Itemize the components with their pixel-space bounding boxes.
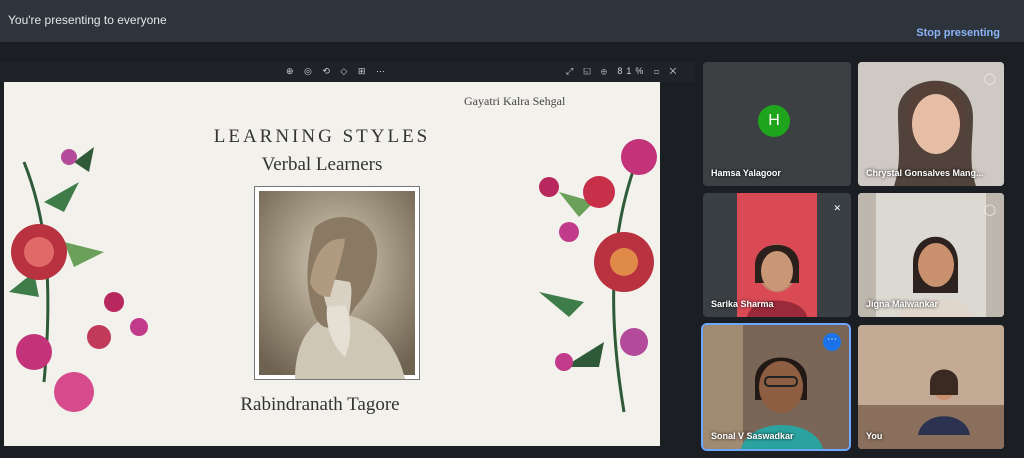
participant-name: You (866, 431, 883, 441)
participant-tile-sonal[interactable]: ⋯ Sonal V Saswadkar (703, 325, 849, 449)
slide-toolbar: ⊕ ◎ ⟲ ◇ ⊞ ⋯ ⤢ ◱ ⊕ 81% ◻ ✕ (0, 62, 695, 82)
participant-tile-sarika[interactable]: ✕ Sarika Sharma (703, 193, 851, 317)
pin-icon[interactable]: ◯ (984, 203, 996, 216)
participant-tile-you[interactable]: You (858, 325, 1004, 449)
slide-tools-right[interactable]: ⤢ ◱ ⊕ 81% ◻ ✕ (566, 66, 680, 77)
presenting-banner: You're presenting to everyone Stop prese… (0, 0, 1024, 42)
participant-tile-jigna[interactable]: ◯ Jigna Malwankar (858, 193, 1004, 317)
slide-title: LEARNING STYLES (213, 126, 431, 147)
slide-subtitle: Verbal Learners (261, 154, 383, 175)
slide-caption: Rabindranath Tagore (240, 394, 400, 415)
participant-name: Sarika Sharma (711, 299, 774, 309)
slide-tools-left[interactable]: ⊕ ◎ ⟲ ◇ ⊞ ⋯ (286, 66, 389, 77)
stop-presenting-button[interactable]: Stop presenting (916, 27, 1000, 39)
participant-tile-chrystal[interactable]: ◯ Chrystal Gonsalves Mang... (858, 62, 1004, 186)
participant-name: Jigna Malwankar (866, 299, 939, 309)
more-options-icon[interactable]: ⋯ (823, 333, 841, 351)
participant-name: Chrystal Gonsalves Mang... (866, 168, 984, 178)
participant-tile-hamsa[interactable]: H Hamsa Yalagoor (703, 62, 851, 186)
participant-name: Hamsa Yalagoor (711, 168, 781, 178)
shared-slide: Gayatri Kalra Sehgal LEARNING STYLES Ver… (4, 82, 660, 446)
mic-off-icon: ✕ (833, 203, 841, 213)
portrait-photo (254, 186, 420, 380)
avatar: H (758, 105, 790, 137)
slide-author: Gayatri Kalra Sehgal (464, 94, 566, 108)
pin-icon[interactable]: ◯ (984, 72, 996, 85)
presenting-message: You're presenting to everyone (8, 13, 167, 27)
participant-name: Sonal V Saswadkar (711, 431, 794, 441)
